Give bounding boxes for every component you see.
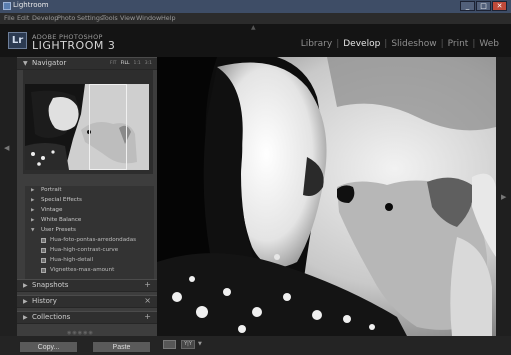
main-photo-view[interactable] [157, 57, 496, 336]
paste-button[interactable]: Paste [92, 341, 151, 353]
preset-item-label: Hua-high-contrast-curve [50, 247, 119, 253]
collections-title: Collections [32, 313, 71, 321]
chevron-down-icon[interactable]: ▼ [198, 341, 202, 347]
preset-folder[interactable]: ▶ Special Effects [25, 197, 154, 206]
maximize-button[interactable]: □ [476, 1, 491, 11]
menu-bar: File Edit Develop Photo Settings Tools V… [0, 13, 511, 24]
preset-folder-label: Portrait [41, 187, 62, 193]
triangle-right-icon: ▶ [23, 298, 28, 305]
preset-folder-label: White Balance [41, 217, 82, 223]
preset-item[interactable]: Vignettes-max-amount [25, 267, 154, 276]
history-header[interactable]: ▶ History × [17, 295, 157, 308]
preset-icon [41, 238, 46, 243]
triangle-right-icon: ▶ [31, 198, 35, 203]
preset-icon [41, 268, 46, 273]
triangle-up-icon[interactable]: ▲ [251, 24, 256, 31]
triangle-right-icon: ▶ [23, 282, 28, 289]
preset-icon [41, 248, 46, 253]
module-slideshow[interactable]: Slideshow [391, 39, 436, 49]
panel-end-grip: ◉◉◉◉◉ [67, 330, 94, 336]
module-separator: | [440, 39, 444, 49]
before-after-view-button[interactable]: Y|Y [181, 340, 195, 349]
close-button[interactable]: ✕ [492, 1, 507, 11]
navigator-header[interactable]: ▼ Navigator FIT FILL 1:1 3:1 [17, 57, 157, 70]
add-snapshot-button[interactable]: + [144, 280, 151, 289]
collections-header[interactable]: ▶ Collections + [17, 311, 157, 324]
module-separator: | [384, 39, 388, 49]
module-develop[interactable]: Develop [343, 39, 380, 49]
history-title: History [32, 297, 57, 305]
copy-button[interactable]: Copy... [19, 341, 78, 353]
preset-item[interactable]: Hua-high-contrast-curve [25, 247, 154, 256]
snapshots-header[interactable]: ▶ Snapshots + [17, 279, 157, 292]
preset-item[interactable]: Hua-high-detail [25, 257, 154, 266]
window-titlebar: Lightroom _ □ ✕ [0, 0, 511, 14]
window-title: Lightroom [13, 1, 49, 9]
zoom-fit[interactable]: FIT [110, 61, 117, 66]
preset-item-label: Hua-foto-pontas-arredondadas [50, 237, 137, 243]
triangle-left-icon[interactable]: ◀ [4, 144, 9, 152]
navigator-title: Navigator [32, 59, 67, 67]
triangle-right-icon: ▶ [31, 218, 35, 223]
triangle-right-icon: ▶ [31, 208, 35, 213]
preset-folder[interactable]: ▶ White Balance [25, 217, 154, 226]
module-web[interactable]: Web [479, 39, 499, 49]
triangle-right-icon: ▶ [31, 188, 35, 193]
menu-help[interactable]: Help [161, 14, 176, 22]
module-library[interactable]: Library [301, 39, 332, 49]
snapshots-title: Snapshots [32, 281, 69, 289]
navigator-zoom-rect[interactable] [89, 84, 127, 170]
menu-edit[interactable]: Edit [17, 14, 29, 22]
menu-photo[interactable]: Photo [57, 14, 75, 22]
preset-folder[interactable]: ▼ User Presets [25, 227, 154, 236]
lightroom-logo: Lr [8, 32, 27, 49]
menu-view[interactable]: View [120, 14, 135, 22]
navigator-zoom-options: FIT FILL 1:1 3:1 [106, 61, 152, 66]
presets-list: ▶ Portrait ▶ Special Effects ▶ Vintage ▶… [25, 186, 154, 279]
triangle-right-icon[interactable]: ▶ [501, 193, 506, 201]
module-separator: | [336, 39, 340, 49]
module-picker: Library | Develop | Slideshow | Print | Web [301, 39, 499, 49]
preset-item[interactable]: Hua-foto-pontas-arredondadas [25, 237, 154, 246]
menu-tools[interactable]: Tools [102, 14, 118, 22]
module-separator: | [472, 39, 476, 49]
module-print[interactable]: Print [448, 39, 469, 49]
identity-plate: ▲ Lr ADOBE PHOTOSHOP LIGHTROOM 3 Library… [0, 24, 511, 57]
navigator-thumbnail[interactable] [25, 84, 149, 170]
menu-develop[interactable]: Develop [32, 14, 58, 22]
left-gutter [0, 57, 17, 336]
clear-history-button[interactable]: × [144, 296, 151, 305]
preset-icon [41, 258, 46, 263]
left-panel: ▼ Navigator FIT FILL 1:1 3:1 ▶ Portrait ▶ S… [17, 57, 157, 336]
preset-folder-label: Vintage [41, 207, 63, 213]
minimize-button[interactable]: _ [460, 1, 475, 11]
photo-image [157, 57, 496, 336]
preset-folder-label: Special Effects [41, 197, 82, 203]
zoom-fill[interactable]: FILL [121, 61, 130, 66]
preset-folder-label: User Presets [41, 227, 76, 233]
preset-item-label: Hua-high-detail [50, 257, 94, 263]
zoom-1-1[interactable]: 1:1 [134, 61, 141, 66]
brand-line2: LIGHTROOM 3 [32, 39, 116, 52]
lightroom-app-icon [3, 2, 11, 10]
menu-file[interactable]: File [4, 14, 15, 22]
loupe-view-button[interactable] [163, 340, 176, 349]
add-collection-button[interactable]: + [144, 312, 151, 321]
menu-settings[interactable]: Settings [77, 14, 103, 22]
menu-window[interactable]: Window [136, 14, 161, 22]
preset-folder[interactable]: ▶ Portrait [25, 187, 154, 196]
navigator-preview-area [23, 70, 153, 174]
preset-folder[interactable]: ▶ Vintage [25, 207, 154, 216]
preset-item-label: Vignettes-max-amount [50, 267, 115, 273]
triangle-down-icon: ▼ [23, 60, 28, 67]
triangle-down-icon: ▼ [31, 228, 35, 233]
zoom-3-1[interactable]: 3:1 [145, 61, 152, 66]
triangle-right-icon: ▶ [23, 314, 28, 321]
